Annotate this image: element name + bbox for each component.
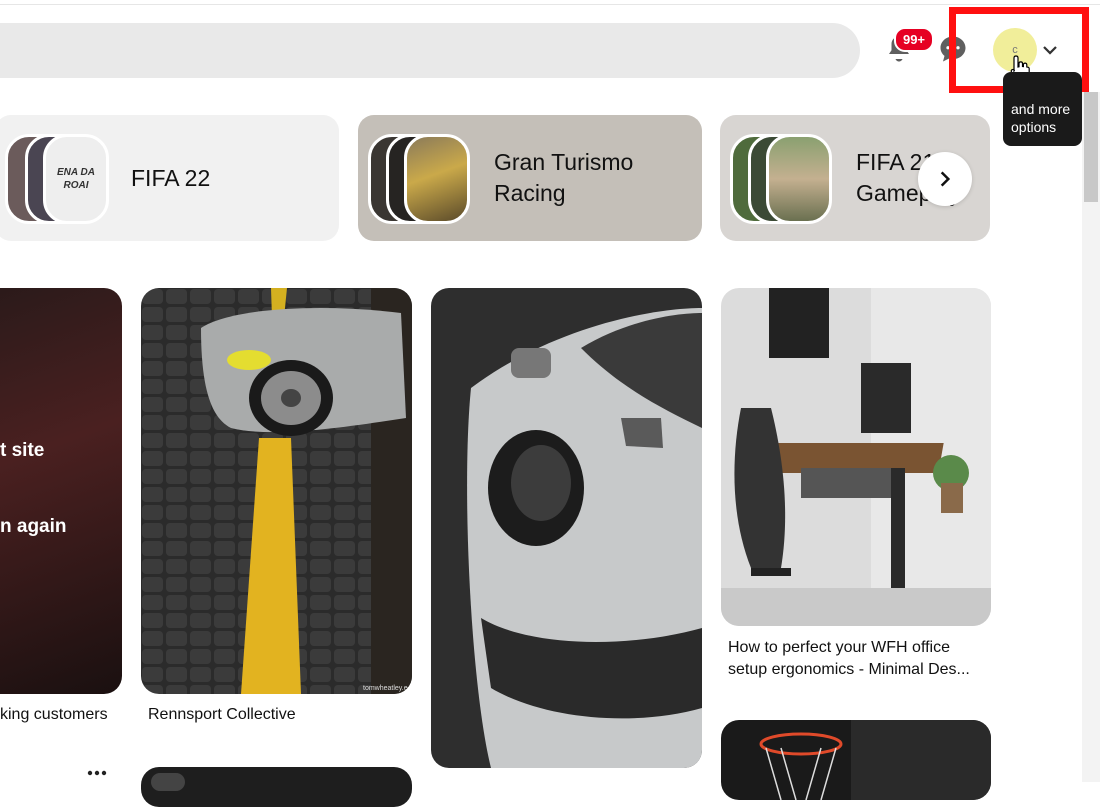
pin-image: tomwheatley.e [141, 288, 412, 694]
pin-caption[interactable]: king customers [0, 704, 120, 726]
topic-chip-gran-turismo[interactable]: Gran Turismo Racing [358, 115, 702, 241]
pin-card[interactable] [431, 288, 702, 768]
notifications-badge: 99+ [894, 27, 934, 52]
account-tooltip: and more options [1003, 72, 1082, 146]
search-bar[interactable] [0, 23, 860, 78]
chip-thumbnail-stack: ENA DA ROAI [5, 134, 117, 224]
ellipsis-icon [87, 770, 107, 776]
pin-image [759, 720, 991, 800]
topic-chip-fifa22[interactable]: ENA DA ROAI FIFA 22 [0, 115, 339, 241]
pin-watermark: tomwheatley.e [363, 685, 408, 692]
pin-save-button[interactable] [151, 773, 185, 791]
pin-card[interactable] [721, 720, 991, 800]
pin-overlay-text: n again [0, 516, 67, 537]
carousel-next-button[interactable] [918, 152, 972, 206]
chip-thumbnail-stack [730, 134, 842, 224]
top-divider [0, 4, 1100, 5]
pin-overlay-text: t site [0, 440, 45, 461]
chip-thumbnail-stack [368, 134, 480, 224]
pin-image [431, 288, 702, 768]
pin-card[interactable]: tomwheatley.e [141, 288, 412, 694]
chevron-right-icon [940, 171, 951, 187]
chip-label: FIFA 22 [131, 164, 211, 191]
pin-card[interactable]: t site n again [0, 288, 122, 694]
more-options-button[interactable] [85, 760, 109, 778]
chip-label: Gran Turismo Racing [494, 149, 634, 206]
pin-image [721, 288, 991, 626]
chip-thumb-text: ENA DA ROAI [43, 134, 109, 224]
scrollbar-thumb[interactable] [1084, 92, 1098, 202]
pin-caption[interactable]: How to perfect your WFH office setup erg… [728, 637, 990, 681]
pin-caption[interactable]: Rennsport Collective [148, 704, 296, 726]
pin-card[interactable] [141, 767, 412, 807]
pin-card[interactable] [721, 288, 991, 626]
